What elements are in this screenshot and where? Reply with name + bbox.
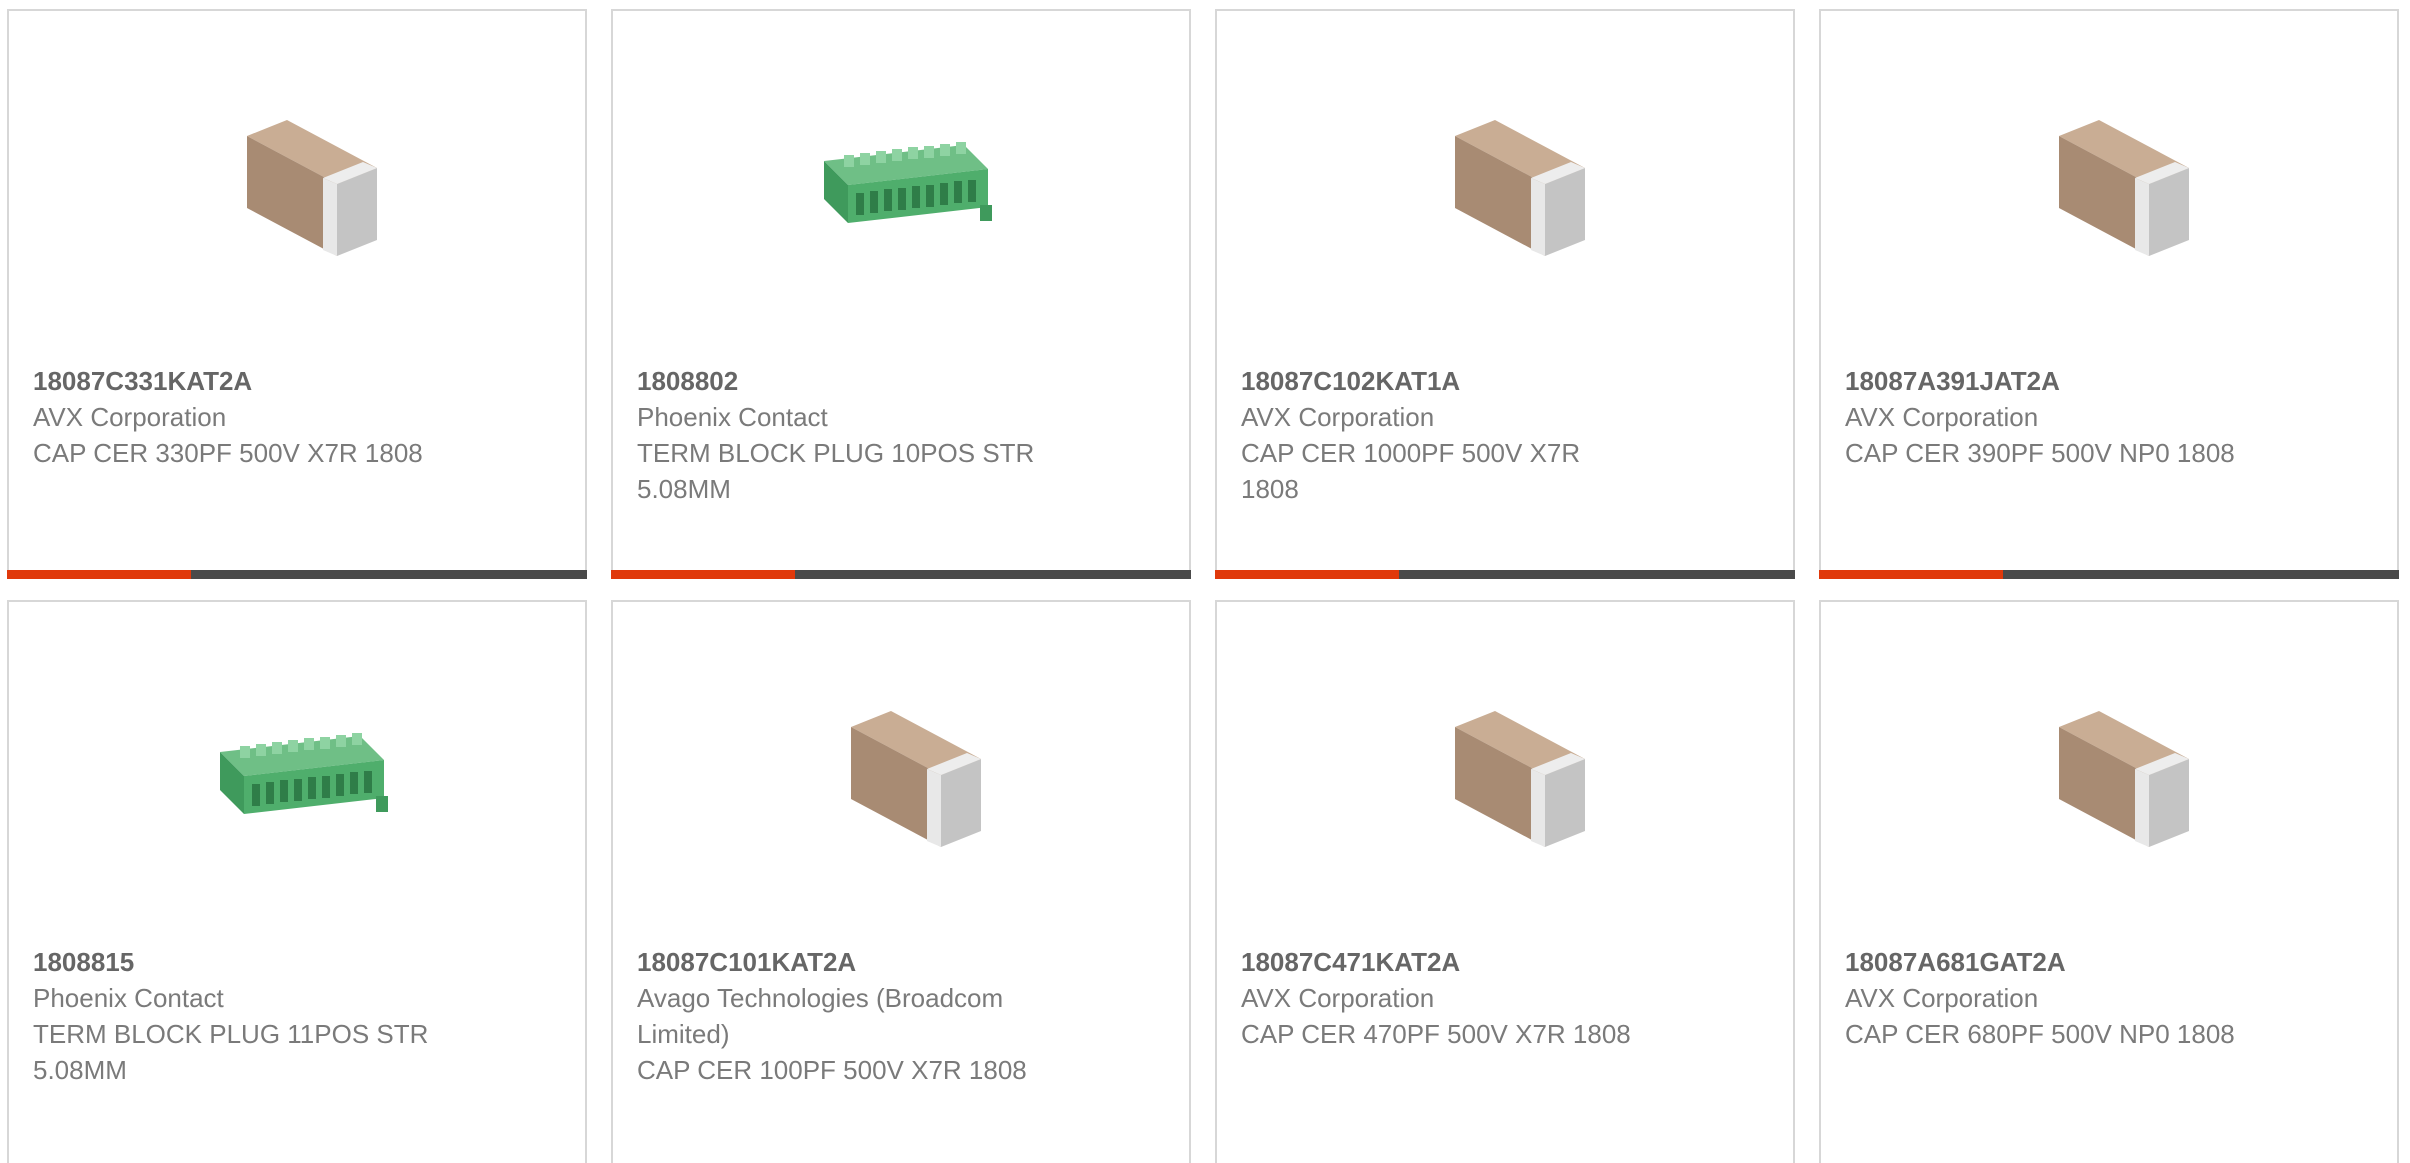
card-bar	[611, 570, 1191, 579]
description: CAP CER 470PF 500V X7R 1808	[1241, 1019, 1631, 1049]
ceramic-capacitor-icon	[1401, 84, 1605, 288]
card-bar-accent	[1215, 570, 1399, 579]
description: CAP CER 330PF 500V X7R 1808	[33, 438, 423, 468]
product-card[interactable]: 18087C471KAT2A AVX Corporation CAP CER 4…	[1215, 600, 1795, 1163]
part-number[interactable]: 1808815	[33, 944, 433, 980]
card-bar-accent	[611, 570, 795, 579]
terminal-block-icon	[193, 675, 397, 879]
product-info: 1808802 Phoenix Contact TERM BLOCK PLUG …	[637, 363, 1107, 507]
product-info: 18087C471KAT2A AVX Corporation CAP CER 4…	[1241, 944, 1711, 1052]
description: CAP CER 390PF 500V NP0 1808	[1845, 438, 2235, 468]
terminal-block-icon	[797, 84, 1001, 288]
product-card[interactable]: 18087C101KAT2A Avago Technologies (Broad…	[611, 600, 1191, 1163]
manufacturer: Avago Technologies (Broadcom Limited)	[637, 983, 1004, 1049]
card-bar-accent	[7, 570, 191, 579]
description: TERM BLOCK PLUG 11POS STR 5.08MM	[33, 1019, 429, 1085]
product-grid: 18087C331KAT2A AVX Corporation CAP CER 3…	[0, 0, 2410, 1163]
product-info: 18087C102KAT1A AVX Corporation CAP CER 1…	[1241, 363, 1641, 507]
ceramic-capacitor-icon	[193, 84, 397, 288]
product-card[interactable]: 18087A681GAT2A AVX Corporation CAP CER 6…	[1819, 600, 2399, 1163]
manufacturer: AVX Corporation	[1241, 402, 1435, 432]
product-info: 18087A391JAT2A AVX Corporation CAP CER 3…	[1845, 363, 2315, 471]
part-number[interactable]: 18087A681GAT2A	[1845, 944, 2315, 980]
description: CAP CER 100PF 500V X7R 1808	[637, 1055, 1027, 1085]
description: TERM BLOCK PLUG 10POS STR 5.08MM	[637, 438, 1035, 504]
product-info: 18087C101KAT2A Avago Technologies (Broad…	[637, 944, 1077, 1088]
product-card[interactable]: 1808815 Phoenix Contact TERM BLOCK PLUG …	[7, 600, 587, 1163]
part-number[interactable]: 18087A391JAT2A	[1845, 363, 2315, 399]
description: CAP CER 1000PF 500V X7R 1808	[1241, 438, 1581, 504]
ceramic-capacitor-icon	[797, 675, 1001, 879]
product-info: 1808815 Phoenix Contact TERM BLOCK PLUG …	[33, 944, 433, 1088]
ceramic-capacitor-icon	[2005, 675, 2209, 879]
manufacturer: Phoenix Contact	[33, 983, 224, 1013]
part-number[interactable]: 18087C101KAT2A	[637, 944, 1077, 980]
ceramic-capacitor-icon	[2005, 84, 2209, 288]
card-bar-accent	[1819, 570, 2003, 579]
product-card[interactable]: 1808802 Phoenix Contact TERM BLOCK PLUG …	[611, 9, 1191, 579]
ceramic-capacitor-icon	[1401, 675, 1605, 879]
part-number[interactable]: 18087C331KAT2A	[33, 363, 503, 399]
product-info: 18087A681GAT2A AVX Corporation CAP CER 6…	[1845, 944, 2315, 1052]
manufacturer: AVX Corporation	[1845, 983, 2039, 1013]
card-bar	[1819, 570, 2399, 579]
part-number[interactable]: 18087C471KAT2A	[1241, 944, 1711, 980]
product-info: 18087C331KAT2A AVX Corporation CAP CER 3…	[33, 363, 503, 471]
manufacturer: AVX Corporation	[1845, 402, 2039, 432]
product-card[interactable]: 18087C102KAT1A AVX Corporation CAP CER 1…	[1215, 9, 1795, 579]
manufacturer: Phoenix Contact	[637, 402, 828, 432]
product-card[interactable]: 18087A391JAT2A AVX Corporation CAP CER 3…	[1819, 9, 2399, 579]
part-number[interactable]: 18087C102KAT1A	[1241, 363, 1641, 399]
product-card[interactable]: 18087C331KAT2A AVX Corporation CAP CER 3…	[7, 9, 587, 579]
part-number[interactable]: 1808802	[637, 363, 1107, 399]
manufacturer: AVX Corporation	[33, 402, 227, 432]
card-bar	[1215, 570, 1795, 579]
card-bar	[7, 570, 587, 579]
description: CAP CER 680PF 500V NP0 1808	[1845, 1019, 2235, 1049]
manufacturer: AVX Corporation	[1241, 983, 1435, 1013]
